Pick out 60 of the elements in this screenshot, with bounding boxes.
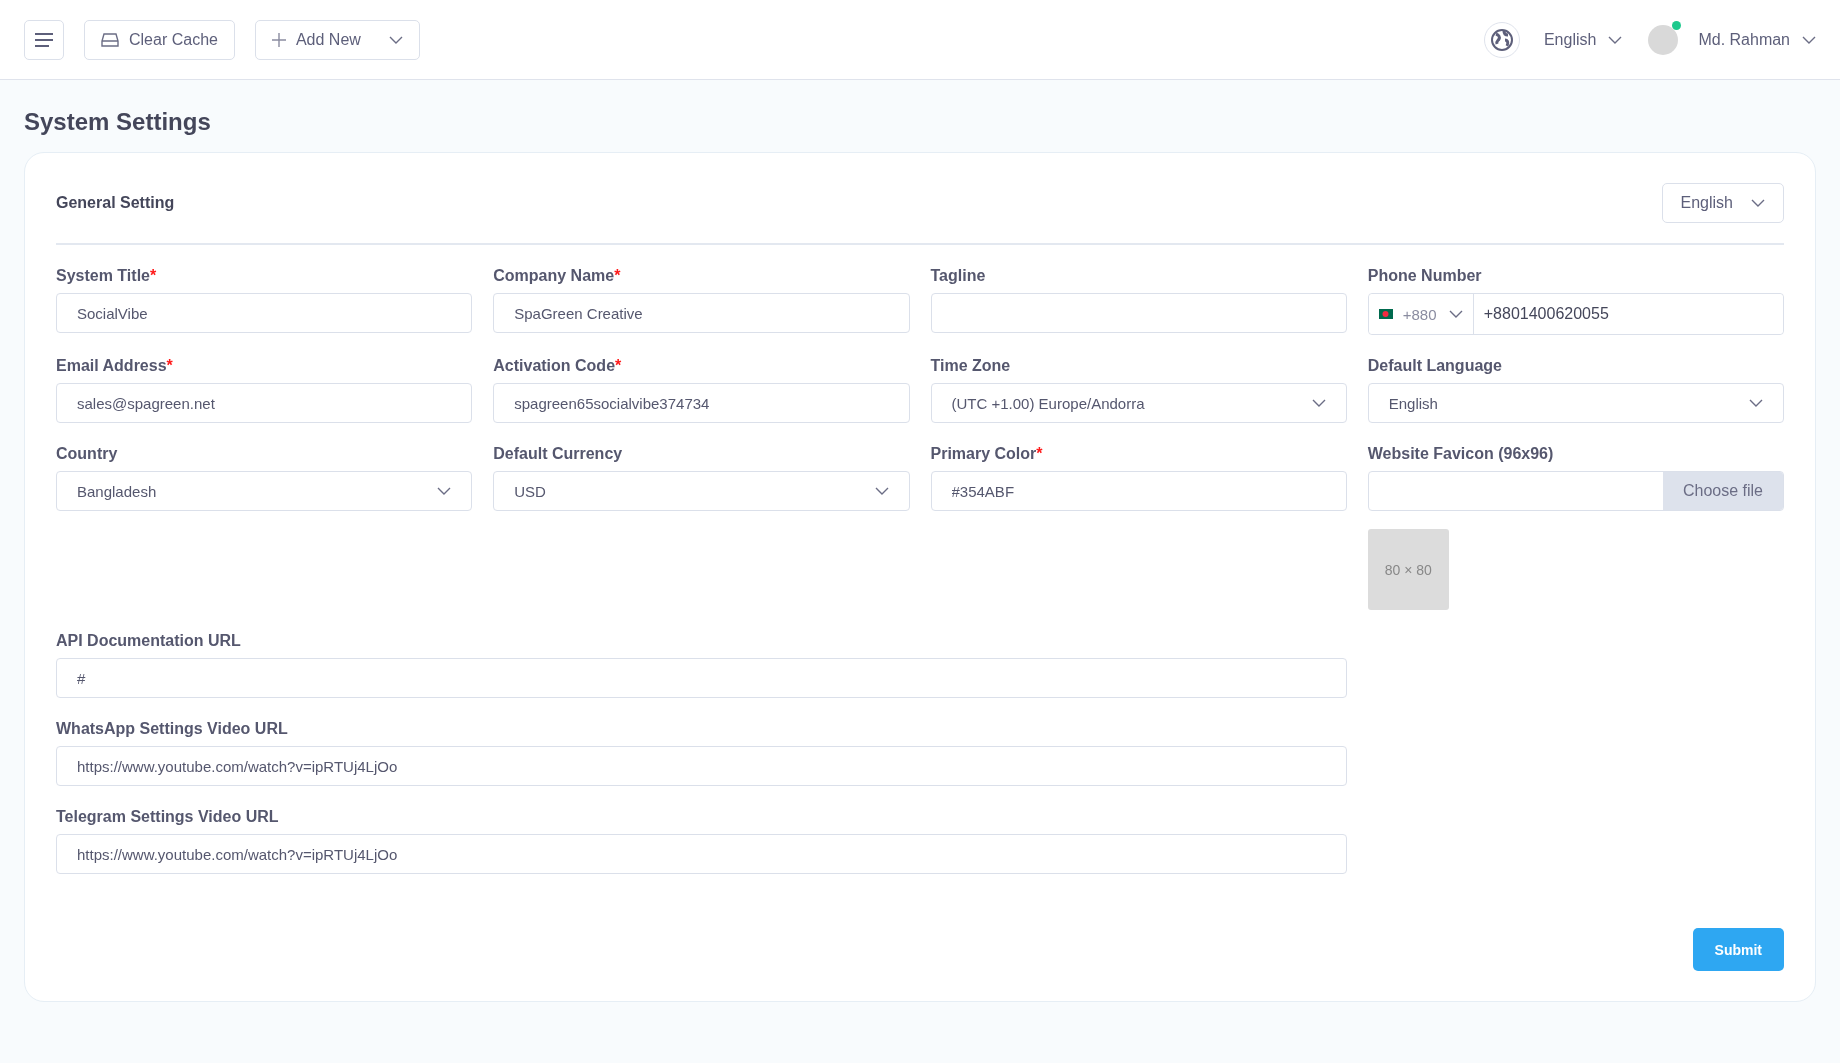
select-field[interactable]: Bangladesh bbox=[56, 471, 473, 511]
field-label: WhatsApp Settings Video URL bbox=[56, 720, 289, 738]
field-label: Tagline bbox=[930, 267, 987, 285]
tray-icon bbox=[101, 32, 119, 47]
user-menu-dropdown[interactable]: Md. Rahman bbox=[1698, 30, 1816, 49]
field-label: Email Address* bbox=[56, 357, 174, 375]
required-asterisk: * bbox=[614, 267, 621, 284]
menu-icon bbox=[34, 31, 54, 48]
chevron-down-icon bbox=[1311, 399, 1326, 407]
required-asterisk: * bbox=[149, 267, 157, 284]
required-asterisk: * bbox=[1036, 445, 1043, 462]
globe-icon bbox=[1490, 28, 1513, 51]
required-asterisk: * bbox=[166, 357, 173, 374]
field-label: API Documentation URL bbox=[56, 632, 242, 650]
field-label: Company Name* bbox=[493, 267, 622, 285]
flag-icon bbox=[1378, 309, 1393, 319]
chevron-down-icon bbox=[1749, 399, 1763, 407]
chevron-down-icon bbox=[1802, 35, 1816, 44]
section-title: General Setting bbox=[56, 194, 175, 212]
field-label: Phone Number bbox=[1367, 267, 1483, 285]
select-field[interactable]: USD bbox=[493, 471, 910, 511]
chevron-down-icon bbox=[1608, 35, 1623, 44]
page-title: System Settings bbox=[24, 108, 212, 136]
globe-button[interactable] bbox=[1483, 21, 1520, 58]
field-label: Website Favicon (96x96) bbox=[1367, 445, 1555, 463]
text-field[interactable]: #354ABF bbox=[930, 471, 1347, 511]
required-asterisk: * bbox=[615, 357, 622, 374]
language-select[interactable]: English bbox=[1661, 183, 1784, 223]
chevron-down-icon bbox=[1448, 310, 1463, 318]
chevron-down-icon bbox=[388, 35, 403, 44]
chevron-down-icon bbox=[1751, 199, 1765, 207]
text-field[interactable]: spagreen65socialvibe374734 bbox=[493, 383, 910, 423]
text-field[interactable]: sales@spagreen.net bbox=[56, 383, 473, 423]
file-field[interactable]: Choose file bbox=[1367, 471, 1784, 511]
image-size-text: 80 × 80 bbox=[1384, 561, 1432, 578]
plus-icon bbox=[271, 32, 286, 47]
text-field[interactable]: SocialVibe bbox=[56, 293, 473, 333]
chevron-down-icon bbox=[437, 487, 452, 495]
field-label: Default Currency bbox=[493, 445, 624, 463]
field-label: System Title* bbox=[56, 267, 158, 285]
add-new-button[interactable]: Add New bbox=[254, 19, 420, 60]
text-field[interactable]: SpaGreen Creative bbox=[493, 293, 910, 333]
url-field[interactable]: https://www.youtube.com/watch?v=ipRTUj4LjOo bbox=[56, 834, 1347, 874]
field-label: Time Zone bbox=[930, 357, 1012, 375]
field-label: Activation Code* bbox=[493, 357, 623, 375]
language-dropdown[interactable]: English bbox=[1543, 30, 1623, 49]
select-field[interactable]: English bbox=[1367, 383, 1784, 423]
url-field[interactable]: # bbox=[56, 658, 1347, 698]
phone-field[interactable]: +880 +8801400620055 bbox=[1367, 293, 1784, 335]
field-label: Telegram Settings Video URL bbox=[56, 808, 280, 826]
choose-file-button[interactable]: Choose file bbox=[1663, 472, 1783, 510]
text-field[interactable] bbox=[930, 293, 1347, 333]
menu-button[interactable] bbox=[24, 19, 64, 60]
field-label: Default Language bbox=[1367, 357, 1503, 375]
url-field[interactable]: https://www.youtube.com/watch?v=ipRTUj4LjOo bbox=[56, 746, 1347, 786]
field-label: Primary Color* bbox=[930, 445, 1044, 463]
field-label: Country bbox=[56, 445, 119, 463]
clear-cache-button[interactable]: Clear Cache bbox=[84, 19, 235, 60]
select-field[interactable]: (UTC +1.00) Europe/Andorra bbox=[930, 383, 1347, 423]
chevron-down-icon bbox=[874, 487, 889, 495]
